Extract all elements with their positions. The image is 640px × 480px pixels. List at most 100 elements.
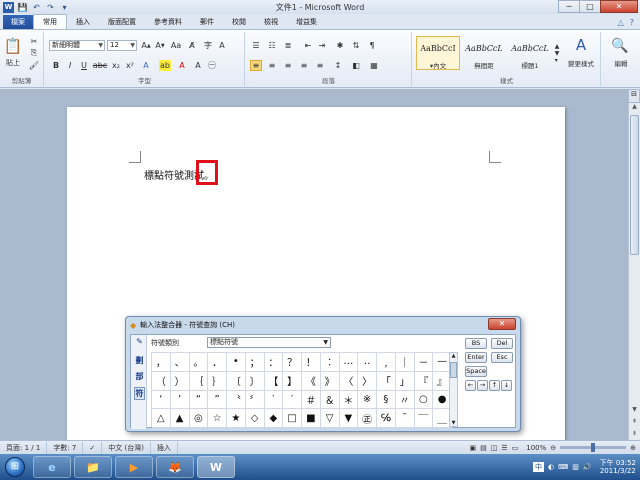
symbol-cell[interactable]: ， — [152, 353, 171, 372]
symbol-cell[interactable]: ； — [245, 353, 265, 372]
shading-icon[interactable]: ◧ — [350, 60, 362, 71]
highlight-icon[interactable]: ab — [159, 60, 171, 71]
symbol-cell[interactable]: 〔 — [227, 371, 246, 391]
styles-scroll-icon[interactable]: ▲ ▼ ▾ — [553, 36, 561, 70]
symbol-cell[interactable]: ¯ — [395, 409, 415, 428]
subscript-icon[interactable]: x₂ — [111, 60, 121, 71]
symbol-scrollbar[interactable]: ▲ ▼ — [449, 352, 458, 427]
change-styles-icon[interactable]: A — [565, 36, 597, 54]
zoom-in-icon[interactable]: ⊕ — [630, 444, 636, 452]
ruler-toggle-icon[interactable]: ⊟ — [628, 89, 640, 103]
symbol-cell[interactable]: 」 — [395, 371, 415, 391]
symbol-cell[interactable]: ？ — [283, 353, 302, 372]
keyboard-icon[interactable]: ⌨ — [558, 463, 568, 471]
symbol-cell[interactable]: ＆ — [320, 390, 340, 410]
binoculars-icon[interactable]: 🔍 — [610, 36, 630, 56]
text-effects-icon[interactable]: A — [141, 60, 151, 71]
word-count[interactable]: 字數: 7 — [47, 441, 84, 454]
symbol-cell[interactable]: ◇ — [245, 409, 265, 428]
symbol-cell[interactable]: ㊣ — [358, 409, 377, 428]
symbol-cell[interactable]: ‘ — [152, 390, 171, 410]
character-border-icon[interactable]: A — [217, 40, 227, 51]
chinese-layout-icon[interactable]: ✱ — [334, 40, 346, 51]
increase-indent-icon[interactable]: ⇥ — [316, 40, 328, 51]
symbol-cell[interactable]: 「 — [377, 371, 396, 391]
paste-button-label[interactable]: 貼上 — [2, 58, 24, 68]
sort-icon[interactable]: ⇅ — [350, 40, 362, 51]
undo-icon[interactable]: ↶ — [31, 2, 42, 13]
qat-more-icon[interactable]: ▾ — [59, 2, 70, 13]
ribbon-minimize-icon[interactable]: △ — [618, 18, 624, 27]
symbol-cell[interactable]: ◆ — [264, 409, 284, 428]
decrease-indent-icon[interactable]: ⇤ — [302, 40, 314, 51]
symbol-cell[interactable]: 《 — [302, 371, 321, 391]
escape-button[interactable]: Esc — [491, 352, 513, 363]
symbol-cell[interactable]: ▽ — [320, 409, 340, 428]
shrink-font-icon[interactable]: A ▼ — [155, 40, 165, 51]
zoom-out-icon[interactable]: ⊖ — [550, 444, 556, 452]
tab-references[interactable]: 參考資料 — [145, 15, 191, 29]
volume-icon[interactable]: 🔊 — [583, 463, 592, 471]
symbol-cell[interactable]: ’ — [170, 390, 190, 410]
symbol-cell[interactable]: － — [414, 353, 434, 372]
bold-icon[interactable]: B — [51, 60, 61, 71]
bullets-icon[interactable]: ☰ — [250, 40, 262, 51]
symbol-cell[interactable]: ■ — [302, 409, 321, 428]
word-icon[interactable]: W — [3, 1, 14, 13]
copy-icon[interactable]: ⎘ — [28, 48, 40, 58]
symbol-cell[interactable]: 》 — [320, 371, 340, 391]
character-shading-icon[interactable]: A — [193, 60, 203, 71]
clear-format-icon[interactable]: A̸ — [187, 40, 197, 51]
zoom-slider[interactable] — [560, 443, 627, 452]
symbol-cell[interactable]: ） — [170, 371, 190, 391]
tab-insert[interactable]: 插入 — [67, 15, 99, 29]
firefox-taskbar-icon[interactable]: 🦊 — [156, 456, 194, 478]
font-size-combo[interactable]: 12 ▼ — [107, 40, 137, 51]
enter-button[interactable]: Enter — [465, 352, 487, 363]
scroll-up-icon[interactable]: ▲ — [629, 103, 640, 113]
symbol-cell[interactable]: ｛ — [189, 371, 209, 391]
symbol-cell[interactable]: ○ — [414, 390, 434, 410]
style-no-spacing[interactable]: AaBbCcL 無間距 — [462, 36, 506, 70]
next-page-icon[interactable]: ⇟ — [629, 430, 640, 440]
proofing-icon[interactable]: ✓ — [83, 441, 103, 454]
arrow-left-icon[interactable]: ← — [465, 380, 476, 391]
strikethrough-icon[interactable]: abc — [93, 60, 107, 71]
symbol-cell[interactable]: □ — [283, 409, 302, 428]
symbol-cell[interactable]: 〝 — [227, 390, 246, 410]
style-heading-1[interactable]: AaBbCcL 標題1 — [508, 36, 552, 70]
symbol-cell[interactable]: ． — [208, 353, 227, 372]
show-formatting-icon[interactable]: ¶ — [366, 40, 378, 51]
outline-icon[interactable]: ☰ — [501, 444, 507, 452]
insert-mode[interactable]: 插入 — [151, 441, 178, 454]
vertical-scrollbar[interactable]: ▲ ▼ ⇞ ⇟ — [628, 103, 640, 440]
line-spacing-icon[interactable]: ↕ — [332, 60, 344, 71]
save-icon[interactable]: 💾 — [17, 2, 28, 13]
zoom-level[interactable]: 100% — [526, 444, 546, 452]
symbol-cell[interactable]: ︰ — [320, 353, 340, 372]
ime-category-select[interactable]: 標點符號 ▼ — [207, 337, 331, 348]
symbol-cell[interactable]: ！ — [302, 353, 321, 372]
tab-mailings[interactable]: 郵件 — [191, 15, 223, 29]
change-case-icon[interactable]: Aa — [171, 40, 181, 51]
align-center-icon[interactable]: ≡ — [266, 60, 278, 71]
scroll-thumb[interactable] — [630, 115, 639, 255]
cut-icon[interactable]: ✂ — [28, 36, 40, 46]
scroll-down-icon[interactable]: ▼ — [629, 406, 640, 416]
italic-icon[interactable]: I — [65, 60, 75, 71]
page-count[interactable]: 頁面: 1 / 1 — [0, 441, 48, 454]
media-player-taskbar-icon[interactable]: ▶ — [115, 456, 153, 478]
symbol-cell[interactable]: ： — [264, 353, 284, 372]
symbol-cell[interactable]: … — [339, 353, 359, 372]
grow-font-icon[interactable]: A ▲ — [141, 40, 151, 51]
symbol-cell[interactable]: 〈 — [339, 371, 359, 391]
symbol-cell[interactable]: 、 — [170, 353, 190, 372]
distributed-icon[interactable]: ≡ — [314, 60, 326, 71]
symbol-cell[interactable]: • — [227, 353, 246, 372]
space-button[interactable]: Space — [465, 366, 487, 377]
symbol-cell[interactable]: ★ — [227, 409, 246, 428]
font-color-icon[interactable]: A — [177, 60, 187, 71]
redo-icon[interactable]: ↷ — [45, 2, 56, 13]
language[interactable]: 中文 (台灣) — [102, 441, 151, 454]
word-taskbar-icon[interactable]: W — [197, 456, 235, 478]
